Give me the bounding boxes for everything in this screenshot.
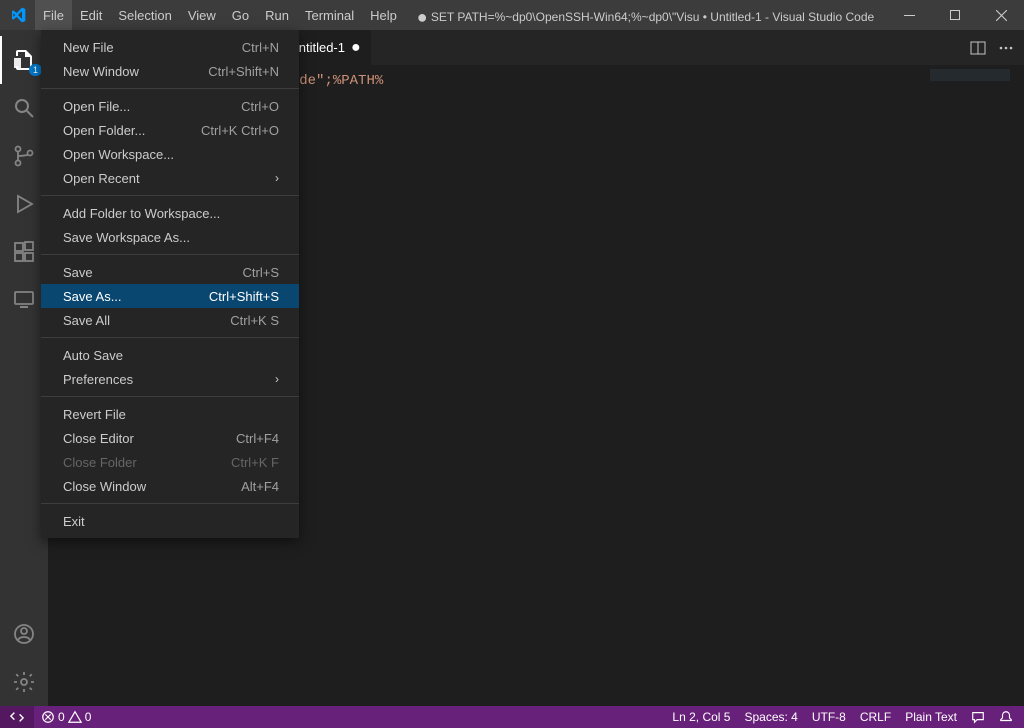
status-language-mode[interactable]: Plain Text (898, 706, 964, 728)
close-button[interactable] (978, 0, 1024, 30)
more-actions-icon[interactable] (998, 40, 1014, 56)
status-indentation[interactable]: Spaces: 4 (737, 706, 804, 728)
menu-close-editor[interactable]: Close Editor Ctrl+F4 (41, 426, 299, 450)
menu-exit[interactable]: Exit (41, 509, 299, 533)
menu-save-all[interactable]: Save All Ctrl+K S (41, 308, 299, 332)
menu-open-file[interactable]: Open File... Ctrl+O (41, 94, 299, 118)
window-controls (886, 0, 1024, 30)
menu-new-window[interactable]: New Window Ctrl+Shift+N (41, 59, 299, 83)
menu-view[interactable]: View (180, 0, 224, 30)
maximize-button[interactable] (932, 0, 978, 30)
chevron-right-icon: › (275, 372, 279, 386)
modified-dot-icon: ● (351, 43, 361, 53)
window-title: ● SET PATH=%~dp0\OpenSSH-Win64;%~dp0\"Vi… (405, 5, 886, 26)
menu-help[interactable]: Help (362, 0, 405, 30)
menu-open-workspace[interactable]: Open Workspace... (41, 142, 299, 166)
menu-terminal[interactable]: Terminal (297, 0, 362, 30)
remote-indicator[interactable] (0, 706, 34, 728)
status-eol[interactable]: CRLF (853, 706, 898, 728)
menu-open-recent[interactable]: Open Recent › (41, 166, 299, 190)
vscode-logo (0, 0, 35, 30)
menu-separator (41, 503, 299, 504)
menu-bar: File Edit Selection View Go Run Terminal… (35, 0, 405, 30)
menu-close-folder: Close Folder Ctrl+K F (41, 450, 299, 474)
menu-auto-save[interactable]: Auto Save (41, 343, 299, 367)
menu-add-folder-workspace[interactable]: Add Folder to Workspace... (41, 201, 299, 225)
minimap[interactable] (930, 69, 1010, 81)
status-bar: 0 0 Ln 2, Col 5 Spaces: 4 UTF-8 CRLF Pla… (0, 706, 1024, 728)
menu-go[interactable]: Go (224, 0, 257, 30)
menu-separator (41, 195, 299, 196)
menu-preferences[interactable]: Preferences › (41, 367, 299, 391)
status-ln-col[interactable]: Ln 2, Col 5 (665, 706, 737, 728)
menu-separator (41, 88, 299, 89)
minimize-button[interactable] (886, 0, 932, 30)
status-problems[interactable]: 0 0 (34, 706, 98, 728)
menu-close-window[interactable]: Close Window Alt+F4 (41, 474, 299, 498)
status-feedback-icon[interactable] (964, 706, 992, 728)
window-title-text: SET PATH=%~dp0\OpenSSH-Win64;%~dp0\"Visu… (431, 10, 874, 24)
file-menu-dropdown: New File Ctrl+N New Window Ctrl+Shift+N … (41, 30, 299, 538)
split-editor-icon[interactable] (970, 40, 986, 56)
menu-separator (41, 396, 299, 397)
status-encoding[interactable]: UTF-8 (805, 706, 853, 728)
menu-separator (41, 337, 299, 338)
menu-separator (41, 254, 299, 255)
menu-save-as[interactable]: Save As... Ctrl+Shift+S (41, 284, 299, 308)
menu-run[interactable]: Run (257, 0, 297, 30)
menu-file[interactable]: File (35, 0, 72, 30)
accounts-icon[interactable] (0, 610, 48, 658)
menu-save-workspace-as[interactable]: Save Workspace As... (41, 225, 299, 249)
menu-selection[interactable]: Selection (110, 0, 179, 30)
menu-revert-file[interactable]: Revert File (41, 402, 299, 426)
menu-new-file[interactable]: New File Ctrl+N (41, 35, 299, 59)
chevron-right-icon: › (275, 171, 279, 185)
title-bar: File Edit Selection View Go Run Terminal… (0, 0, 1024, 30)
status-notifications-icon[interactable] (992, 706, 1020, 728)
menu-save[interactable]: Save Ctrl+S (41, 260, 299, 284)
menu-open-folder[interactable]: Open Folder... Ctrl+K Ctrl+O (41, 118, 299, 142)
menu-edit[interactable]: Edit (72, 0, 110, 30)
settings-gear-icon[interactable] (0, 658, 48, 706)
